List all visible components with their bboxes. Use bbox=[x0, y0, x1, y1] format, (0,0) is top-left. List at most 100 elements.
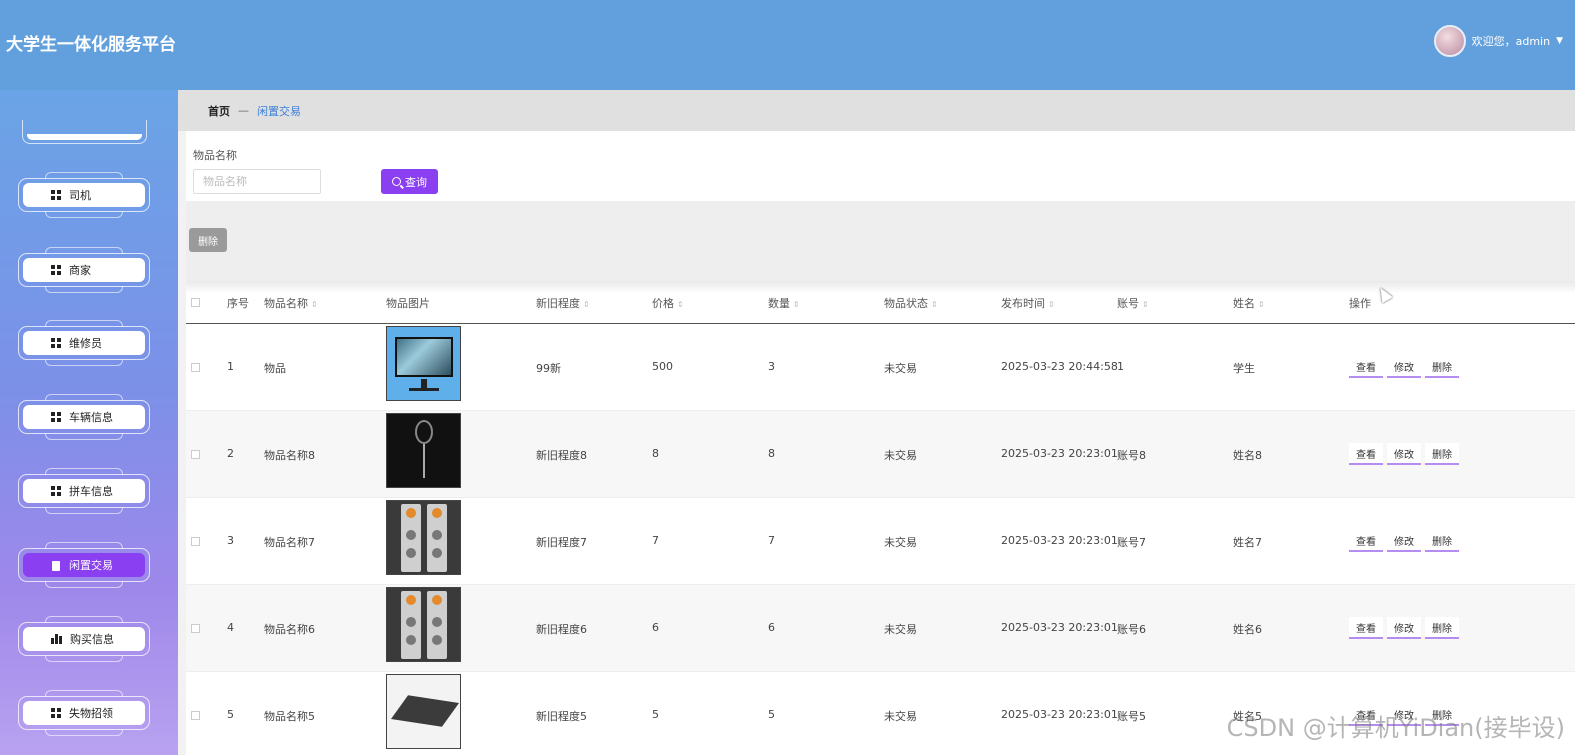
view-button[interactable]: 查看 bbox=[1349, 356, 1383, 378]
column-header-owner[interactable]: 姓名 ⇕ bbox=[1233, 295, 1265, 311]
item-name: 物品 bbox=[264, 362, 286, 375]
item-account: 1 bbox=[1117, 360, 1124, 373]
sidebar-item-label: 车辆信息 bbox=[69, 411, 113, 424]
item-status: 未交易 bbox=[884, 710, 917, 723]
sidebar-item-label: 闲置交易 bbox=[69, 559, 113, 572]
monitor-image[interactable] bbox=[386, 326, 461, 401]
item-name-search-input[interactable] bbox=[193, 169, 321, 194]
breadcrumb-current[interactable]: 闲置交易 bbox=[257, 103, 301, 119]
row-checkbox[interactable] bbox=[191, 363, 200, 372]
grid-icon bbox=[51, 265, 61, 275]
view-button[interactable]: 查看 bbox=[1349, 617, 1383, 639]
item-name: 物品名称8 bbox=[264, 449, 315, 462]
column-header-time[interactable]: 发布时间 ⇕ bbox=[1001, 295, 1055, 311]
item-time: 2025-03-23 20:23:01 bbox=[1001, 534, 1118, 547]
item-status: 未交易 bbox=[884, 623, 917, 636]
table-header: 序号 物品名称 ⇕ 物品图片 新旧程度 ⇕ 价格 ⇕ 数量 ⇕ 物品状态 ⇕ 发布时间 ⇕ … bbox=[186, 281, 1575, 324]
item-account: 账号7 bbox=[1117, 536, 1146, 549]
row-checkbox[interactable] bbox=[191, 537, 200, 546]
delete-button[interactable]: 删除 bbox=[1425, 530, 1459, 552]
item-condition: 新旧程度5 bbox=[536, 710, 587, 723]
row-checkbox[interactable] bbox=[191, 450, 200, 459]
speaker-image[interactable] bbox=[386, 500, 461, 575]
breadcrumb-separator: — bbox=[238, 104, 249, 117]
delete-button[interactable]: 删除 bbox=[1425, 617, 1459, 639]
row-index: 3 bbox=[227, 534, 234, 547]
clipboard-icon bbox=[51, 560, 61, 571]
row-index: 1 bbox=[227, 360, 234, 373]
grid-icon bbox=[51, 338, 61, 348]
item-quantity: 3 bbox=[768, 360, 775, 373]
bar-chart-icon bbox=[51, 634, 62, 644]
items-table: 序号 物品名称 ⇕ 物品图片 新旧程度 ⇕ 价格 ⇕ 数量 ⇕ 物品状态 ⇕ 发布时间 ⇕ … bbox=[186, 281, 1575, 755]
item-price: 5 bbox=[652, 708, 659, 721]
sidebar-item-merchant[interactable]: 商家 bbox=[18, 247, 150, 293]
item-status: 未交易 bbox=[884, 536, 917, 549]
badminton-racket-image[interactable] bbox=[386, 413, 461, 488]
sort-icon: ⇕ bbox=[793, 300, 800, 309]
table-row: 1 物品 99新 500 3 未交易 2025-03-23 20:44:58 1… bbox=[186, 324, 1575, 411]
item-account: 账号8 bbox=[1117, 449, 1146, 462]
edit-button[interactable]: 修改 bbox=[1387, 530, 1421, 552]
column-header-status[interactable]: 物品状态 ⇕ bbox=[884, 295, 938, 311]
item-owner: 姓名8 bbox=[1233, 449, 1262, 462]
laptop-image[interactable] bbox=[386, 674, 461, 749]
grid-icon bbox=[51, 708, 61, 718]
column-header-account[interactable]: 账号 ⇕ bbox=[1117, 295, 1149, 311]
view-button[interactable]: 查看 bbox=[1349, 530, 1383, 552]
column-header-quantity[interactable]: 数量 ⇕ bbox=[768, 295, 800, 311]
select-all-checkbox[interactable] bbox=[191, 298, 200, 307]
avatar[interactable] bbox=[1433, 25, 1466, 57]
row-actions: 查看 修改 删除 bbox=[1349, 356, 1459, 378]
sidebar-item-label: 维修员 bbox=[69, 337, 102, 350]
row-checkbox[interactable] bbox=[191, 624, 200, 633]
item-account: 账号5 bbox=[1117, 710, 1146, 723]
search-button[interactable]: 查询 bbox=[381, 169, 438, 194]
item-name: 物品名称7 bbox=[264, 536, 315, 549]
sort-icon: ⇕ bbox=[931, 300, 938, 309]
item-name: 物品名称5 bbox=[264, 710, 315, 723]
sidebar-item-driver[interactable]: 司机 bbox=[18, 172, 150, 218]
edit-button[interactable]: 修改 bbox=[1387, 617, 1421, 639]
user-menu[interactable]: 欢迎您，admin ▼ bbox=[1433, 25, 1563, 57]
grid-icon bbox=[51, 412, 61, 422]
sidebar-item-label: 商家 bbox=[69, 264, 91, 277]
sidebar-item-vehicle[interactable]: 车辆信息 bbox=[18, 394, 150, 440]
sidebar-item-lost-found[interactable]: 失物招领 bbox=[18, 690, 150, 736]
item-price: 8 bbox=[652, 447, 659, 460]
row-checkbox[interactable] bbox=[191, 711, 200, 720]
search-button-label: 查询 bbox=[405, 175, 427, 189]
column-header-name[interactable]: 物品名称 ⇕ bbox=[264, 295, 318, 311]
batch-delete-button[interactable]: 删除 bbox=[189, 228, 227, 252]
sidebar-item-partial[interactable] bbox=[22, 120, 147, 144]
search-panel: 物品名称 查询 bbox=[186, 131, 1575, 201]
speaker-image[interactable] bbox=[386, 587, 461, 662]
sidebar-item-idle-trade[interactable]: 闲置交易 bbox=[18, 542, 150, 588]
row-index: 4 bbox=[227, 621, 234, 634]
sort-icon: ⇕ bbox=[1048, 300, 1055, 309]
item-condition: 新旧程度6 bbox=[536, 623, 587, 636]
caret-down-icon[interactable]: ▼ bbox=[1556, 36, 1563, 46]
row-index: 2 bbox=[227, 447, 234, 460]
column-header-condition[interactable]: 新旧程度 ⇕ bbox=[536, 295, 590, 311]
item-time: 2025-03-23 20:23:01 bbox=[1001, 447, 1118, 460]
column-header-price[interactable]: 价格 ⇕ bbox=[652, 295, 684, 311]
sidebar-item-repairer[interactable]: 维修员 bbox=[18, 320, 150, 366]
row-actions: 查看 修改 删除 bbox=[1349, 443, 1459, 465]
sidebar-item-carpool[interactable]: 拼车信息 bbox=[18, 468, 150, 514]
item-time: 2025-03-23 20:23:01 bbox=[1001, 708, 1118, 721]
view-button[interactable]: 查看 bbox=[1349, 443, 1383, 465]
breadcrumb-home[interactable]: 首页 bbox=[208, 103, 230, 119]
delete-button[interactable]: 删除 bbox=[1425, 443, 1459, 465]
item-status: 未交易 bbox=[884, 362, 917, 375]
sidebar-item-purchase[interactable]: 购买信息 bbox=[18, 616, 150, 662]
edit-button[interactable]: 修改 bbox=[1387, 443, 1421, 465]
main-content: 物品名称 查询 删除 序号 物品名称⇕ 物品图片 新旧程度⇕ 价格⇕ 数量⇕ 物… bbox=[186, 131, 1575, 755]
item-condition: 99新 bbox=[536, 362, 561, 375]
sidebar: 司机 商家 维修员 车辆信息 拼车信息 闲置交易 购买信息 失物招领 bbox=[0, 90, 178, 755]
edit-button[interactable]: 修改 bbox=[1387, 356, 1421, 378]
app-title: 大学生一体化服务平台 bbox=[6, 35, 176, 55]
delete-button[interactable]: 删除 bbox=[1425, 356, 1459, 378]
search-icon bbox=[392, 177, 401, 186]
item-owner: 姓名7 bbox=[1233, 536, 1262, 549]
